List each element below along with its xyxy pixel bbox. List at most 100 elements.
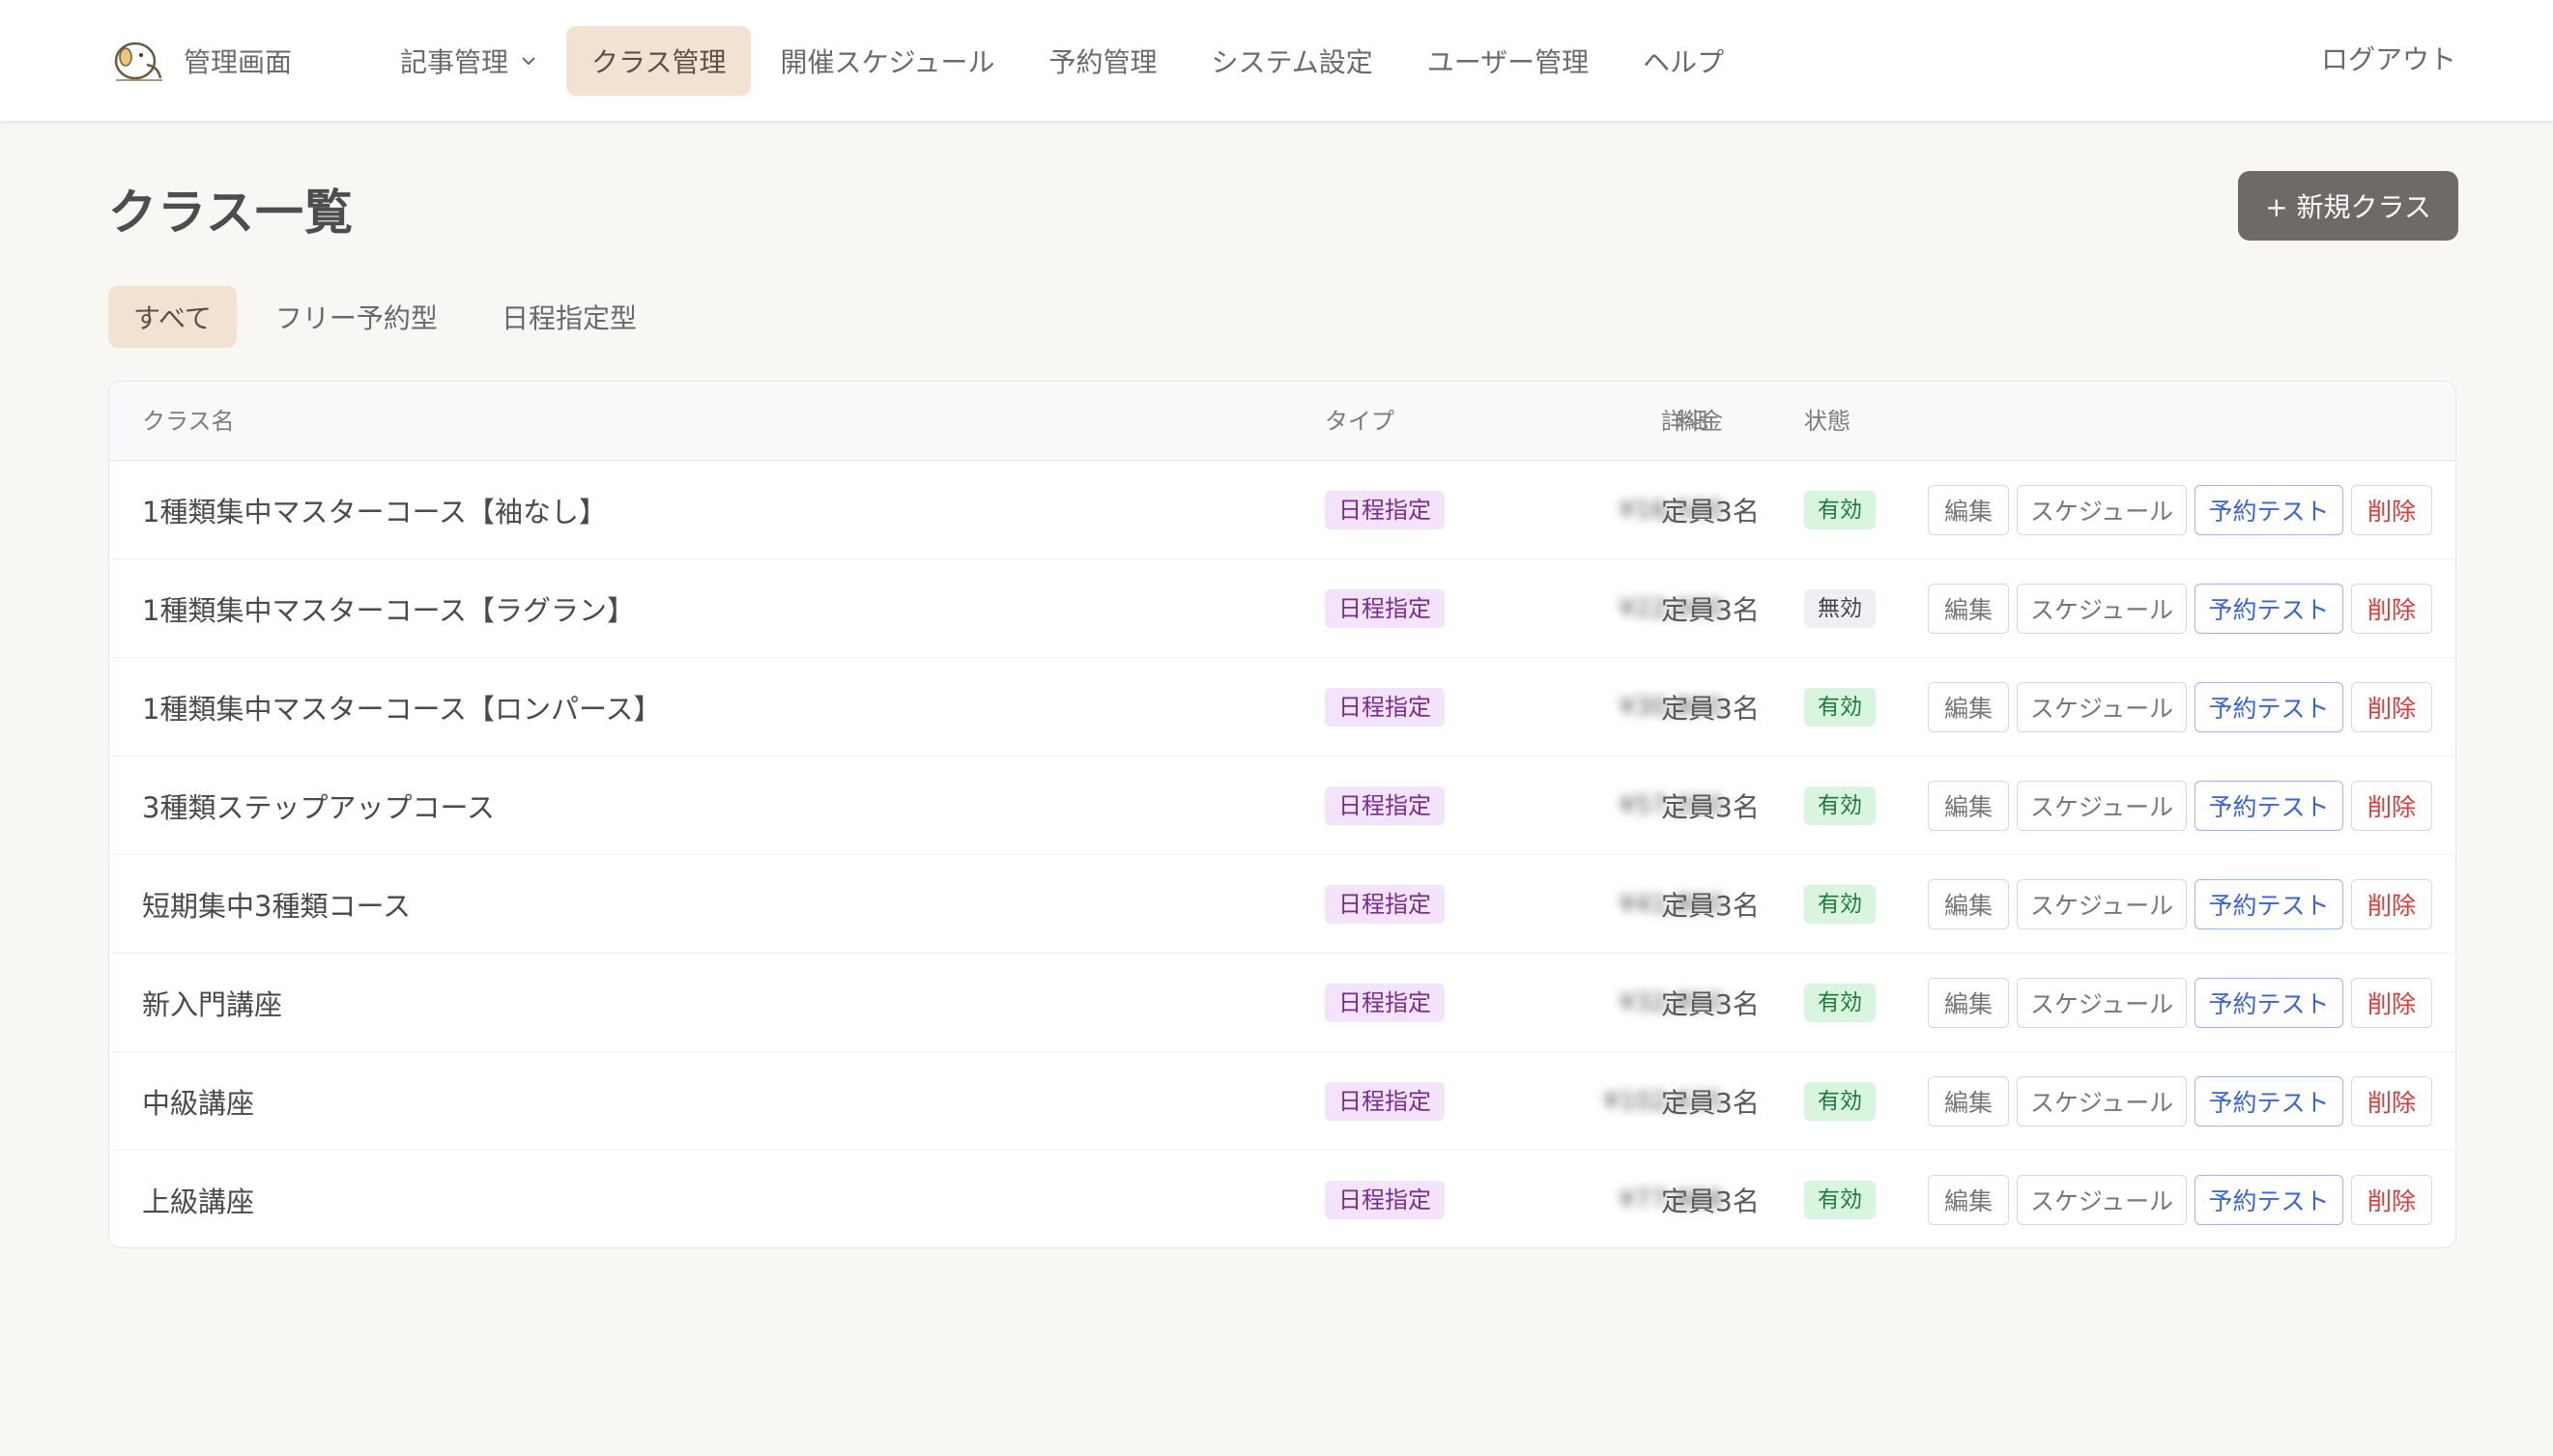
nav-system-settings[interactable]: システム設定 (1187, 26, 1398, 96)
detail-value: 定員3名 (1661, 496, 1760, 528)
schedule-button[interactable]: スケジュール (2017, 1175, 2187, 1225)
delete-button[interactable]: 削除 (2351, 584, 2432, 634)
status-badge: 有効 (1804, 786, 1876, 825)
nav-help[interactable]: ヘルプ (1618, 26, 1749, 96)
nav-reservation-management[interactable]: 予約管理 (1024, 26, 1183, 96)
new-class-button[interactable]: + 新規クラス (2238, 171, 2458, 241)
reservation-test-button[interactable]: 予約テスト (2194, 584, 2343, 634)
schedule-button[interactable]: スケジュール (2017, 781, 2187, 831)
delete-button[interactable]: 削除 (2351, 1076, 2432, 1127)
type-cell: 日程指定 (1325, 559, 1445, 658)
class-name: 中級講座 (142, 1087, 255, 1120)
status-badge: 有効 (1804, 885, 1876, 924)
nav-label: システム設定 (1211, 46, 1373, 78)
class-name: 上級講座 (142, 1185, 255, 1218)
reservation-test-button[interactable]: 予約テスト (2194, 1076, 2343, 1127)
edit-button[interactable]: 編集 (1928, 781, 2009, 831)
type-badge: 日程指定 (1325, 491, 1445, 529)
row-actions: 編集 スケジュール 予約テスト 削除 (1928, 757, 2440, 855)
reservation-test-button[interactable]: 予約テスト (2194, 1175, 2343, 1225)
edit-button[interactable]: 編集 (1928, 978, 2009, 1028)
class-table: クラス名 タイプ 料金 詳細 状態 1種類集中マスターコース【袖なし】 日程指定… (108, 381, 2456, 1248)
detail-value: 定員3名 (1661, 1185, 1760, 1217)
status-cell: 無効 (1804, 559, 1876, 658)
detail-value: 定員3名 (1661, 594, 1760, 626)
row-actions: 編集 スケジュール 予約テスト 削除 (1928, 855, 2440, 954)
edit-button[interactable]: 編集 (1928, 879, 2009, 929)
type-badge: 日程指定 (1325, 1181, 1445, 1219)
schedule-button[interactable]: スケジュール (2017, 1076, 2187, 1127)
schedule-button[interactable]: スケジュール (2017, 584, 2187, 634)
edit-button[interactable]: 編集 (1928, 485, 2009, 535)
reservation-test-button[interactable]: 予約テスト (2194, 978, 2343, 1028)
class-name: 1種類集中マスターコース【ラグラン】 (142, 594, 636, 627)
type-badge: 日程指定 (1325, 1082, 1445, 1121)
table-row: 1種類集中マスターコース【ラグラン】 日程指定 ¥22,000 定員3名 無効 … (109, 559, 2455, 658)
edit-button[interactable]: 編集 (1928, 1076, 2009, 1127)
reservation-test-button[interactable]: 予約テスト (2194, 781, 2343, 831)
table-row: 1種類集中マスターコース【ロンパース】 日程指定 ¥30,800 定員3名 有効… (109, 658, 2455, 757)
reservation-test-button[interactable]: 予約テスト (2194, 682, 2343, 732)
delete-button[interactable]: 削除 (2351, 485, 2432, 535)
nav-label: ヘルプ (1643, 46, 1725, 78)
nav-label: 開催スケジュール (780, 46, 995, 78)
type-badge: 日程指定 (1325, 589, 1445, 628)
status-cell: 有効 (1804, 954, 1876, 1052)
row-actions: 編集 スケジュール 予約テスト 削除 (1928, 1052, 2440, 1151)
detail-value: 定員3名 (1661, 791, 1760, 823)
logo-icon (114, 42, 162, 81)
edit-button[interactable]: 編集 (1928, 682, 2009, 732)
brand-title: 管理画面 (184, 46, 293, 78)
logout-link[interactable]: ログアウト (2321, 39, 2456, 77)
class-name: 1種類集中マスターコース【袖なし】 (142, 496, 608, 528)
table-row: 上級講座 日程指定 ¥77,888 定員3名 有効 編集 スケジュール 予約テス… (109, 1151, 2455, 1247)
table-row: 3種類ステップアップコース 日程指定 ¥57,200 定員3名 有効 編集 スケ… (109, 757, 2455, 855)
type-badge: 日程指定 (1325, 984, 1445, 1022)
tab-free-reservation[interactable]: フリー予約型 (250, 286, 463, 348)
type-badge: 日程指定 (1325, 786, 1445, 825)
nav-class-management[interactable]: クラス管理 (566, 26, 752, 96)
table-body: 1種類集中マスターコース【袖なし】 日程指定 ¥16,500 定員3名 有効 編… (109, 461, 2455, 1247)
reservation-test-button[interactable]: 予約テスト (2194, 485, 2343, 535)
column-header-type: タイプ (1325, 408, 1394, 435)
type-cell: 日程指定 (1325, 1151, 1445, 1247)
nav-article-management[interactable]: 記事管理 (375, 26, 562, 96)
status-cell: 有効 (1804, 658, 1876, 757)
class-name: 1種類集中マスターコース【ロンパース】 (142, 693, 662, 726)
column-header-detail: 詳細 (1661, 408, 1707, 435)
delete-button[interactable]: 削除 (2351, 781, 2432, 831)
nav-label: 記事管理 (400, 46, 509, 78)
nav-event-schedule[interactable]: 開催スケジュール (755, 26, 1019, 96)
status-cell: 有効 (1804, 855, 1876, 954)
schedule-button[interactable]: スケジュール (2017, 879, 2187, 929)
status-badge: 有効 (1804, 984, 1876, 1022)
schedule-button[interactable]: スケジュール (2017, 978, 2187, 1028)
detail-value: 定員3名 (1661, 988, 1760, 1020)
reservation-test-button[interactable]: 予約テスト (2194, 879, 2343, 929)
status-badge: 有効 (1804, 1082, 1876, 1121)
brand[interactable]: 管理画面 (108, 33, 292, 89)
column-header-name: クラス名 (142, 408, 235, 435)
class-name: 3種類ステップアップコース (142, 791, 496, 824)
edit-button[interactable]: 編集 (1928, 1175, 2009, 1225)
delete-button[interactable]: 削除 (2351, 879, 2432, 929)
status-badge: 有効 (1804, 688, 1876, 727)
type-cell: 日程指定 (1325, 1052, 1445, 1151)
delete-button[interactable]: 削除 (2351, 1175, 2432, 1225)
row-actions: 編集 スケジュール 予約テスト 削除 (1928, 559, 2440, 658)
schedule-button[interactable]: スケジュール (2017, 682, 2187, 732)
status-cell: 有効 (1804, 461, 1876, 559)
nav-user-management[interactable]: ユーザー管理 (1402, 26, 1614, 96)
tab-all[interactable]: すべて (108, 286, 237, 348)
row-actions: 編集 スケジュール 予約テスト 削除 (1928, 1151, 2440, 1247)
schedule-button[interactable]: スケジュール (2017, 485, 2187, 535)
chevron-down-icon (522, 57, 535, 66)
table-header: クラス名 タイプ 料金 詳細 状態 (109, 382, 2455, 461)
delete-button[interactable]: 削除 (2351, 682, 2432, 732)
status-cell: 有効 (1804, 1052, 1876, 1151)
row-actions: 編集 スケジュール 予約テスト 削除 (1928, 954, 2440, 1052)
edit-button[interactable]: 編集 (1928, 584, 2009, 634)
tab-date-specified[interactable]: 日程指定型 (476, 286, 662, 348)
nav-label: クラス管理 (591, 46, 727, 78)
delete-button[interactable]: 削除 (2351, 978, 2432, 1028)
